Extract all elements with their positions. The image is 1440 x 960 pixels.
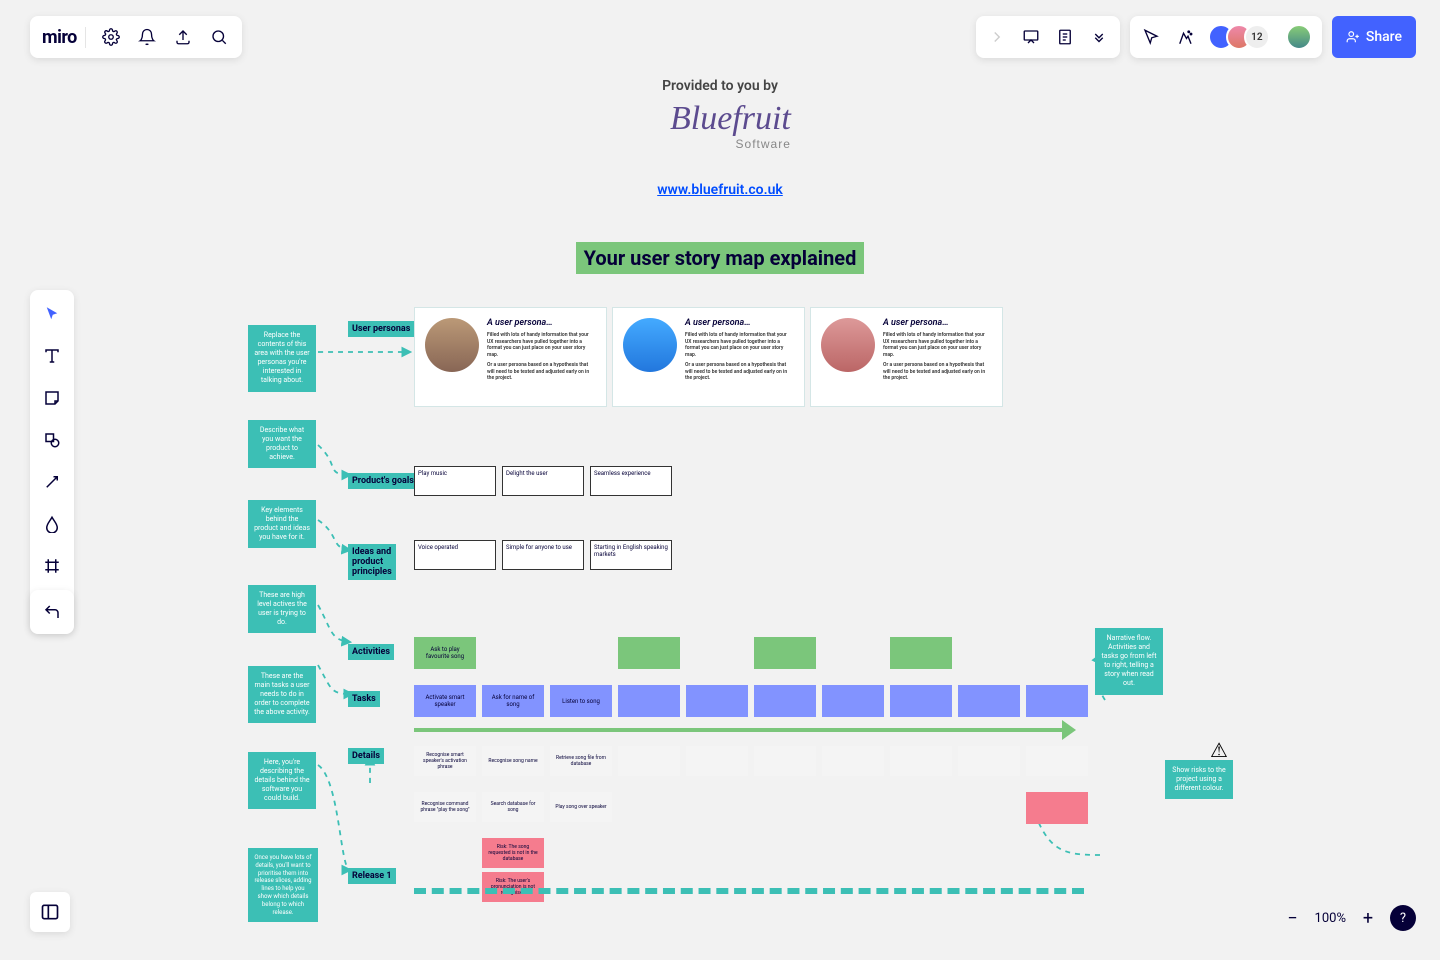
persona-desc: Filled with lots of handy information th… (487, 332, 596, 358)
persona-avatar (623, 318, 677, 372)
persona-title: A user persona… (883, 318, 992, 328)
warning-icon: ⚠ (1210, 738, 1228, 762)
label-activities[interactable]: Activities (348, 644, 394, 660)
task-card[interactable]: Listen to song (550, 685, 612, 717)
activity-card[interactable] (890, 637, 952, 669)
persona-card[interactable]: A user persona… Filled with lots of hand… (810, 307, 1003, 407)
note-narrative[interactable]: Narrative flow. Activities and tasks go … (1095, 628, 1163, 695)
detail-card[interactable] (822, 746, 884, 776)
task-card[interactable]: Ask for name of song (482, 685, 544, 717)
note-goals[interactable]: Describe what you want the product to ac… (248, 420, 316, 468)
task-card[interactable] (958, 685, 1020, 717)
detail-card[interactable]: Recognise smart speaker's activation phr… (414, 746, 476, 776)
detail-card[interactable]: Recognise song name (482, 746, 544, 776)
detail-card[interactable] (754, 746, 816, 776)
activity-card[interactable]: Ask to play favourite song (414, 637, 476, 669)
persona-desc2: Or a user persona based on a hypothesis … (883, 362, 992, 382)
risk-card[interactable]: Risk: The user's pronunciation is not re… (482, 872, 544, 902)
detail-card[interactable]: Play song over speaker (550, 792, 612, 822)
task-card[interactable] (754, 685, 816, 717)
activity-card[interactable] (618, 637, 680, 669)
task-card[interactable] (822, 685, 884, 717)
label-principles[interactable]: Ideas and product principles (348, 544, 396, 580)
provided-by-label: Provided to you by (0, 78, 1440, 94)
goal-box[interactable]: Seamless experience (590, 466, 672, 496)
persona-avatar (821, 318, 875, 372)
release-line (414, 888, 1084, 894)
title: Your user story map explained (0, 246, 1440, 270)
canvas[interactable]: Provided to you by Bluefruit Software ww… (0, 0, 1440, 960)
task-card[interactable]: Activate smart speaker (414, 685, 476, 717)
note-details[interactable]: Here, you're describing the details behi… (248, 752, 316, 809)
detail-card[interactable] (686, 746, 748, 776)
note-personas[interactable]: Replace the contents of this area with t… (248, 325, 316, 392)
goal-box[interactable]: Play music (414, 466, 496, 496)
narrative-arrow (414, 728, 1064, 732)
risk-card[interactable]: Risk: The song requested is not in the d… (482, 838, 544, 868)
note-principles[interactable]: Key elements behind the product and idea… (248, 500, 316, 548)
task-card[interactable] (1026, 685, 1088, 717)
brand-link[interactable]: www.bluefruit.co.uk (0, 182, 1440, 198)
activity-card[interactable] (754, 637, 816, 669)
brand-logo: Bluefruit Software (670, 102, 791, 150)
principle-box[interactable]: Starting in English speaking markets (590, 540, 672, 570)
note-tasks[interactable]: These are the main tasks a user needs to… (248, 666, 316, 723)
detail-card[interactable] (618, 746, 680, 776)
persona-card[interactable]: A user persona… Filled with lots of hand… (612, 307, 805, 407)
persona-desc2: Or a user persona based on a hypothesis … (487, 362, 596, 382)
detail-card[interactable]: Retrieve song file from database (550, 746, 612, 776)
detail-card[interactable] (958, 746, 1020, 776)
task-card[interactable] (686, 685, 748, 717)
detail-card[interactable]: Search database for song (482, 792, 544, 822)
detail-card[interactable]: Recognise command phrase "play the song" (414, 792, 476, 822)
task-card[interactable] (890, 685, 952, 717)
persona-avatar (425, 318, 479, 372)
note-activities[interactable]: These are high level actives the user is… (248, 585, 316, 633)
note-risks[interactable]: Show risks to the project using a differ… (1165, 760, 1233, 799)
principle-box[interactable]: Simple for anyone to use (502, 540, 584, 570)
label-details[interactable]: Details (348, 748, 384, 764)
task-card[interactable] (618, 685, 680, 717)
persona-desc: Filled with lots of handy information th… (883, 332, 992, 358)
label-tasks[interactable]: Tasks (348, 691, 380, 707)
persona-title: A user persona… (487, 318, 596, 328)
note-release[interactable]: Once you have lots of details, you'll wa… (248, 848, 318, 922)
persona-title: A user persona… (685, 318, 794, 328)
label-personas[interactable]: User personas (348, 321, 414, 337)
persona-card[interactable]: A user persona… Filled with lots of hand… (414, 307, 607, 407)
persona-desc2: Or a user persona based on a hypothesis … (685, 362, 794, 382)
detail-card[interactable] (890, 746, 952, 776)
principle-box[interactable]: Voice operated (414, 540, 496, 570)
risk-card-blank[interactable] (1026, 792, 1088, 824)
detail-card[interactable] (1026, 746, 1088, 776)
label-release[interactable]: Release 1 (348, 868, 396, 884)
persona-desc: Filled with lots of handy information th… (685, 332, 794, 358)
label-goals[interactable]: Product's goals (348, 473, 418, 489)
goal-box[interactable]: Delight the user (502, 466, 584, 496)
